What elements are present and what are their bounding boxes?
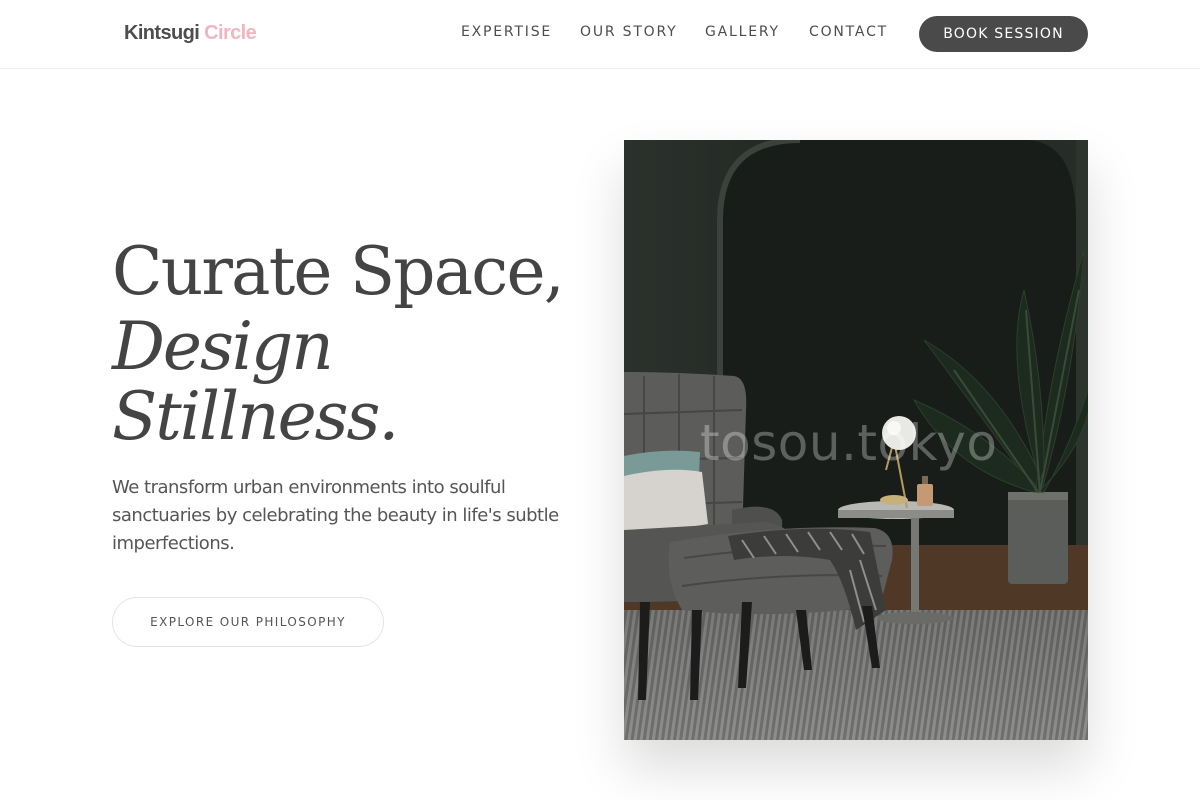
photo-watermark: tosou.tokyo [700,414,998,472]
hero-description: We transform urban environments into sou… [112,477,559,554]
brand-accent: Circle [204,22,257,44]
site-header: Kintsugi Circle EXPERTISE OUR STORY GALL… [0,0,1200,69]
hero-photo: tosou.tokyo [624,140,1088,740]
explore-philosophy-button[interactable]: EXPLORE OUR PHILOSOPHY [112,597,384,647]
hero-title-line-3: Stillness. [112,378,399,455]
hero-title-line-2: Design [112,308,334,385]
brand-logo[interactable]: Kintsugi Circle [124,22,257,45]
nav-link-our-story[interactable]: OUR STORY [580,24,678,40]
hero-title: Curate Space, Design Stillness. [112,232,592,452]
nav-link-expertise[interactable]: EXPERTISE [461,24,552,40]
nav-link-gallery[interactable]: GALLERY [705,24,780,40]
nav-link-contact[interactable]: CONTACT [809,24,888,40]
book-session-button[interactable]: BOOK SESSION [919,16,1088,52]
hero-title-line-1: Curate Space, [112,233,565,310]
brand-name: Kintsugi [124,22,200,44]
